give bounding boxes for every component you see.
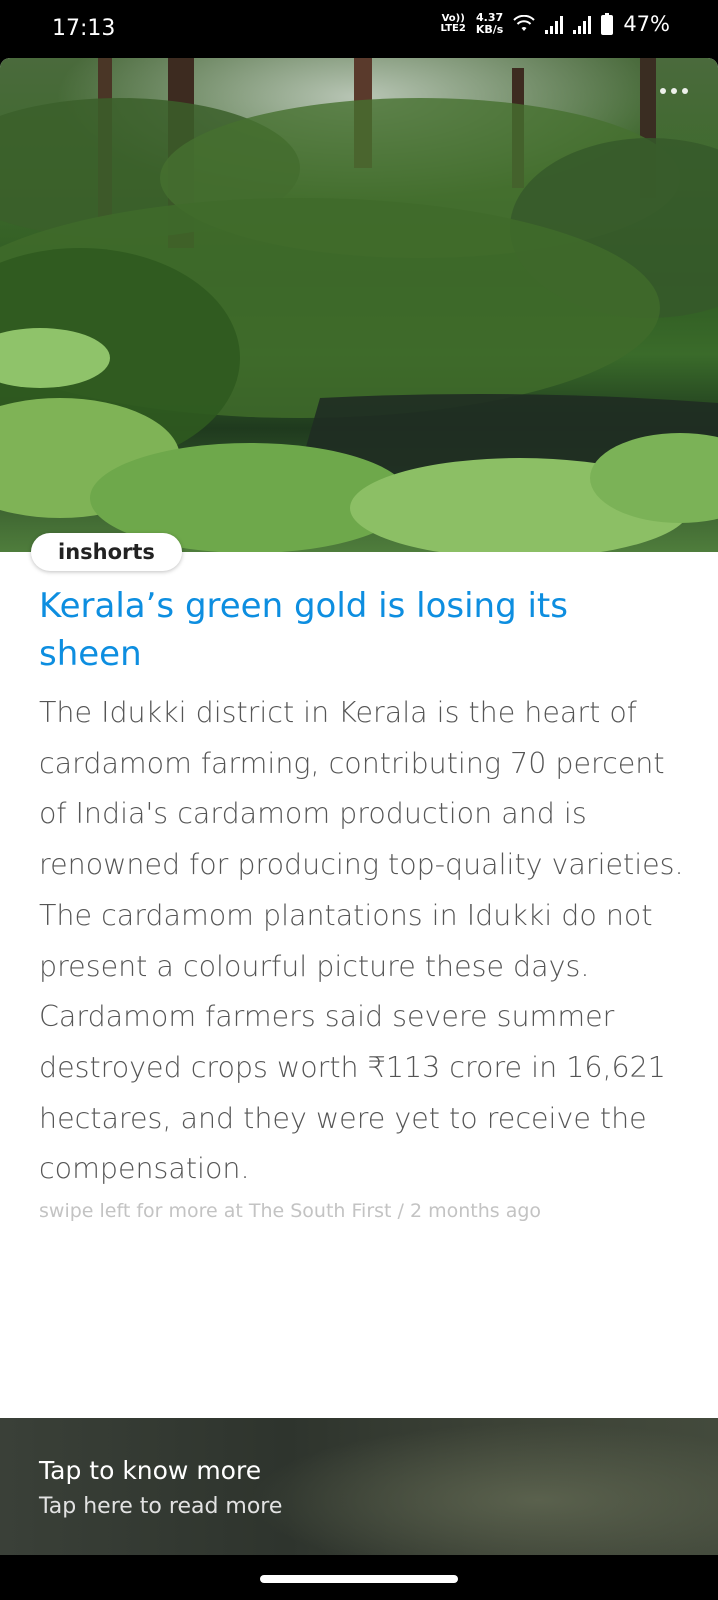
article-source[interactable]: swipe left for more at The South First /… bbox=[39, 1200, 679, 1222]
article-body: The Idukki district in Kerala is the hea… bbox=[39, 696, 684, 1186]
more-options-icon[interactable] bbox=[660, 88, 688, 94]
signal-icon bbox=[573, 14, 592, 34]
volte-indicator: Vo)) LTE2 bbox=[440, 13, 466, 34]
signal-icon bbox=[545, 14, 564, 34]
wifi-icon bbox=[513, 15, 536, 31]
read-more-subtitle: Tap here to read more bbox=[39, 1494, 283, 1519]
brand-badge: inshorts bbox=[31, 533, 182, 571]
battery-percent: 47% bbox=[623, 12, 670, 36]
network-speed: 4.37 KB/s bbox=[475, 11, 504, 36]
forest-illustration bbox=[0, 58, 718, 552]
article-image[interactable] bbox=[0, 58, 718, 552]
read-more-banner[interactable]: Tap to know more Tap here to read more bbox=[0, 1418, 718, 1555]
status-bar: 17:13 Vo)) LTE2 4.37 KB/s 47% bbox=[0, 0, 718, 58]
battery-icon bbox=[601, 13, 614, 35]
status-icons: Vo)) LTE2 4.37 KB/s 47% bbox=[440, 11, 671, 37]
status-time: 17:13 bbox=[52, 16, 116, 41]
read-more-title: Tap to know more bbox=[39, 1456, 262, 1485]
article-title: Kerala’s green gold is losing its sheen bbox=[39, 586, 568, 674]
news-card[interactable]: inshorts Kerala’s green gold is losing i… bbox=[0, 58, 718, 1555]
home-indicator[interactable] bbox=[260, 1575, 458, 1583]
